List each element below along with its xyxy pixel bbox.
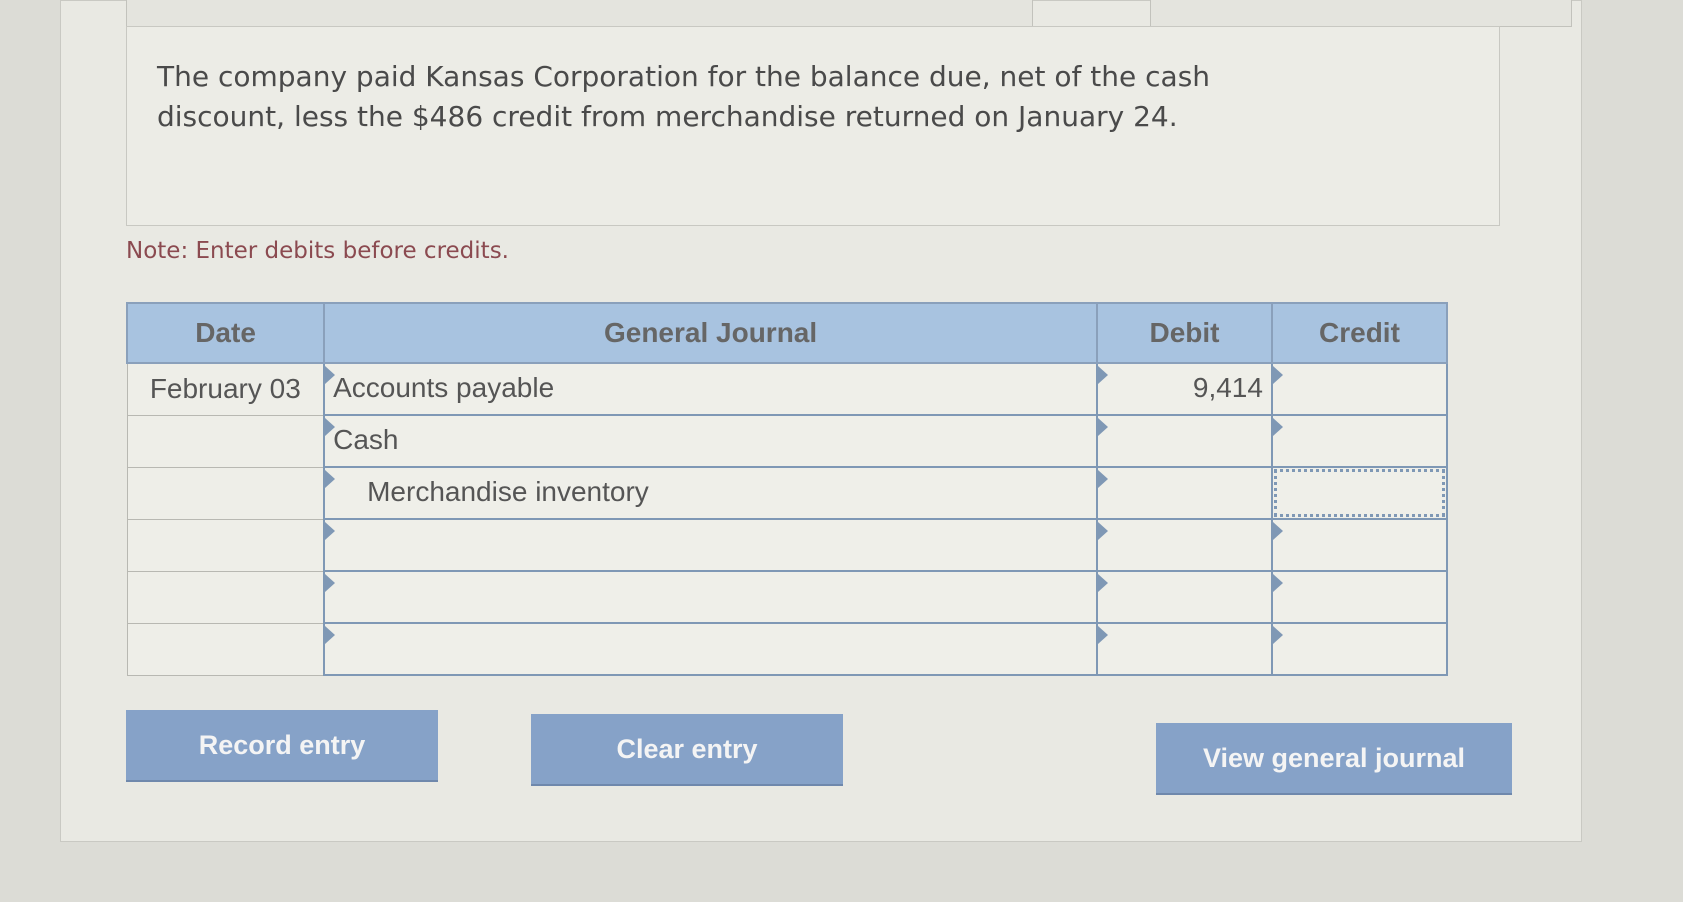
account-field[interactable]: Accounts payable: [323, 362, 1099, 416]
dropdown-marker-icon: [1098, 626, 1109, 644]
dropdown-marker-icon: [325, 522, 336, 540]
date-cell[interactable]: [126, 466, 325, 520]
general-journal-table: Date General Journal Debit Credit Februa…: [125, 302, 1449, 676]
table-row: [126, 518, 1449, 572]
dropdown-marker-icon: [1098, 418, 1109, 436]
dropdown-marker-icon: [1272, 626, 1283, 644]
debit-field[interactable]: [1096, 518, 1273, 572]
column-header-date: Date: [125, 302, 326, 364]
dropdown-marker-icon: [1098, 366, 1109, 384]
record-entry-button[interactable]: Record entry: [126, 710, 438, 782]
view-general-journal-button[interactable]: View general journal: [1156, 723, 1512, 795]
dropdown-marker-icon: [1098, 470, 1109, 488]
question-prompt-text: The company paid Kansas Corporation for …: [157, 60, 1211, 133]
table-row: February 03 Accounts payable 9,414: [126, 362, 1449, 416]
date-cell[interactable]: February 03: [126, 362, 325, 416]
instruction-note: Note: Enter debits before credits.: [126, 238, 509, 264]
account-field[interactable]: [323, 570, 1099, 624]
credit-field[interactable]: [1270, 414, 1449, 468]
credit-field[interactable]: [1270, 518, 1449, 572]
debit-field[interactable]: [1096, 622, 1273, 676]
dropdown-marker-icon: [1272, 418, 1283, 436]
date-cell[interactable]: [126, 570, 325, 624]
column-header-general-journal: General Journal: [323, 302, 1099, 364]
account-field[interactable]: Cash: [323, 414, 1099, 468]
debit-field[interactable]: [1096, 414, 1273, 468]
dropdown-marker-icon: [325, 626, 336, 644]
table-header-row: Date General Journal Debit Credit: [125, 302, 1449, 364]
credit-field[interactable]: [1270, 622, 1449, 676]
clear-entry-button[interactable]: Clear entry: [531, 714, 843, 786]
top-tab-right: [1150, 0, 1572, 27]
dropdown-marker-icon: [1272, 522, 1283, 540]
table-row: [126, 570, 1449, 624]
dropdown-marker-icon: [325, 470, 336, 488]
table-row: [126, 622, 1449, 676]
credit-field[interactable]: [1270, 570, 1449, 624]
account-field[interactable]: Merchandise inventory: [323, 466, 1099, 520]
debit-field[interactable]: [1096, 570, 1273, 624]
debit-field[interactable]: [1096, 466, 1273, 520]
account-field[interactable]: [323, 622, 1099, 676]
column-header-credit: Credit: [1270, 302, 1449, 364]
column-header-debit: Debit: [1096, 302, 1273, 364]
top-tab-left: [126, 0, 1033, 27]
date-cell[interactable]: [126, 518, 325, 572]
dropdown-marker-icon: [1098, 574, 1109, 592]
dropdown-marker-icon: [325, 574, 336, 592]
dropdown-marker-icon: [1272, 366, 1283, 384]
date-cell[interactable]: [126, 622, 325, 676]
account-field[interactable]: [323, 518, 1099, 572]
table-row: Merchandise inventory: [126, 466, 1449, 520]
table-row: Cash: [126, 414, 1449, 468]
credit-field[interactable]: [1270, 362, 1449, 416]
dropdown-marker-icon: [1272, 574, 1283, 592]
date-cell[interactable]: [126, 414, 325, 468]
credit-field-focused[interactable]: [1270, 466, 1449, 520]
question-prompt-box: The company paid Kansas Corporation for …: [126, 26, 1500, 226]
debit-field[interactable]: 9,414: [1096, 362, 1273, 416]
dropdown-marker-icon: [1098, 522, 1109, 540]
